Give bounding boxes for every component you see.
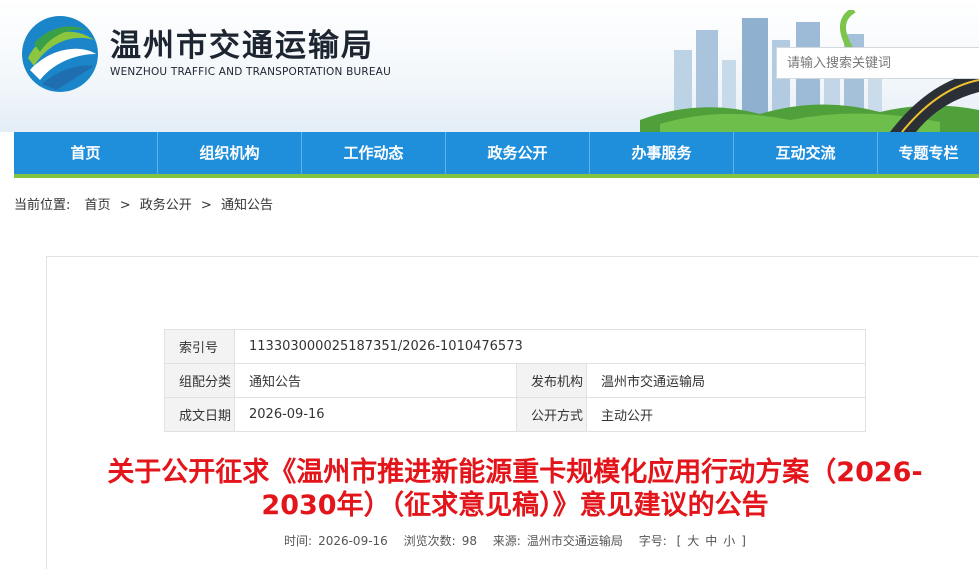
index-value: 113303000025187351/2026-1010476573 <box>234 329 866 364</box>
index-label: 索引号 <box>164 329 235 364</box>
time-value: 2026-09-16 <box>318 534 388 548</box>
table-row: 组配分类 通知公告 发布机构 温州市交通运输局 <box>164 363 866 398</box>
table-row: 成文日期 2026-09-16 公开方式 主动公开 <box>164 397 866 432</box>
date-value: 2026-09-16 <box>234 397 517 432</box>
article-info-bar: 时间: 2026-09-16 浏览次数: 98 来源: 温州市交通运输局 字号: [ 大… <box>0 532 979 549</box>
font-size-large-button[interactable]: 大 <box>687 534 699 548</box>
font-bracket-close: ] <box>741 534 746 548</box>
article-title: 关于公开征求《温州市推进新能源重卡规模化应用行动方案（2026-2030年）（征… <box>107 457 923 521</box>
nav-item-interaction[interactable]: 互动交流 <box>734 132 878 174</box>
source-value: 温州市交通运输局 <box>526 534 623 548</box>
views-info: 浏览次数: 98 <box>401 534 480 548</box>
font-bracket-open: [ <box>676 534 682 548</box>
disclosure-label: 公开方式 <box>516 397 587 432</box>
breadcrumb-home[interactable]: 首页 <box>85 198 111 213</box>
nav-item-gov-affairs[interactable]: 政务公开 <box>446 132 590 174</box>
main-nav: 首页 组织机构 工作动态 政务公开 办事服务 互动交流 专题专栏 <box>14 132 979 178</box>
breadcrumb-notices[interactable]: 通知公告 <box>221 198 273 213</box>
breadcrumb-separator: > <box>119 198 131 213</box>
nav-item-organization[interactable]: 组织机构 <box>158 132 302 174</box>
nav-item-services[interactable]: 办事服务 <box>590 132 734 174</box>
site-header: 温州市交通运输局 WENZHOU TRAFFIC AND TRANSPORTAT… <box>0 0 979 132</box>
nav-item-special-topics[interactable]: 专题专栏 <box>878 132 979 174</box>
date-label: 成文日期 <box>164 397 235 432</box>
site-title: 温州市交通运输局 <box>110 28 374 64</box>
table-row: 索引号 113303000025187351/2026-1010476573 <box>164 329 866 364</box>
nav-item-work-news[interactable]: 工作动态 <box>302 132 446 174</box>
breadcrumb-gov-affairs[interactable]: 政务公开 <box>140 198 192 213</box>
disclosure-value: 主动公开 <box>586 397 866 432</box>
category-label: 组配分类 <box>164 363 235 398</box>
breadcrumb-separator: > <box>200 198 212 213</box>
font-size-control: 字号: [ 大中小] <box>636 534 749 548</box>
views-label: 浏览次数: <box>403 534 456 548</box>
nav-item-home[interactable]: 首页 <box>14 132 158 174</box>
site-subtitle: WENZHOU TRAFFIC AND TRANSPORTATION BUREA… <box>110 66 391 78</box>
time-label: 时间: <box>284 534 313 548</box>
source-label: 来源: <box>492 534 521 548</box>
views-count: 98 <box>461 534 477 548</box>
category-value: 通知公告 <box>234 363 517 398</box>
breadcrumb-prefix: 当前位置: <box>14 198 71 213</box>
bureau-logo-icon[interactable] <box>20 14 100 94</box>
font-size-label: 字号: <box>638 534 667 548</box>
time-info: 时间: 2026-09-16 <box>281 534 391 548</box>
document-meta-table: 索引号 113303000025187351/2026-1010476573 组… <box>164 329 866 432</box>
font-size-small-button[interactable]: 小 <box>723 534 735 548</box>
search-input[interactable] <box>776 47 979 79</box>
source-info: 来源: 温州市交通运输局 <box>490 534 626 548</box>
font-size-medium-button[interactable]: 中 <box>705 534 717 548</box>
breadcrumb: 当前位置: 首页 > 政务公开 > 通知公告 <box>14 194 273 213</box>
publisher-label: 发布机构 <box>516 363 587 398</box>
publisher-value: 温州市交通运输局 <box>586 363 866 398</box>
